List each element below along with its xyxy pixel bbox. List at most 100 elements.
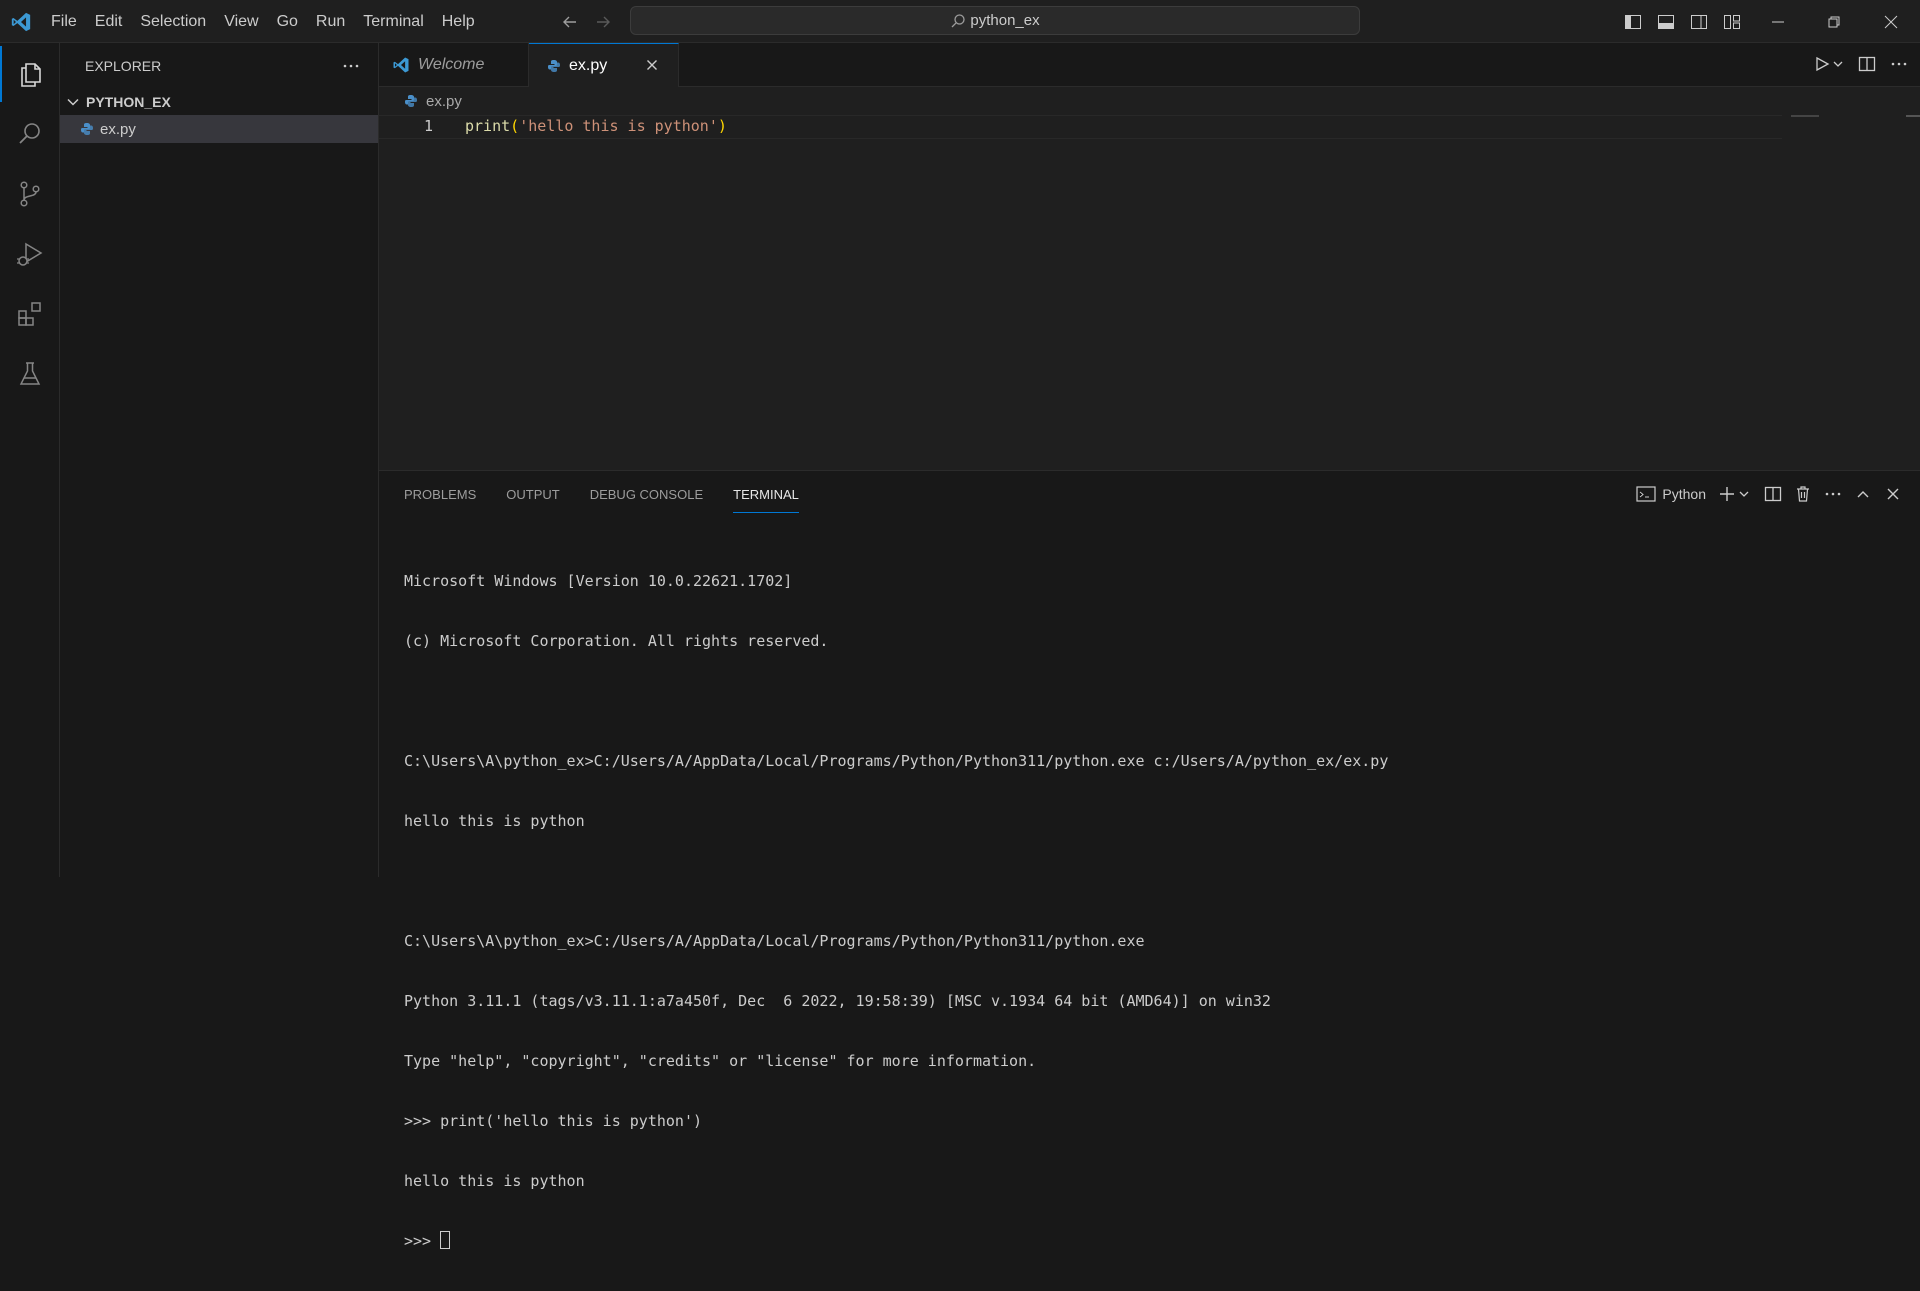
- close-tab-icon[interactable]: [644, 57, 660, 73]
- python-icon: [405, 95, 417, 107]
- explorer-title: EXPLORER: [85, 58, 162, 74]
- terminal-line: Type "help", "copyright", "credits" or "…: [404, 1052, 1037, 1070]
- token-paren-close: ): [717, 117, 727, 135]
- maximize-panel-icon[interactable]: [1854, 485, 1872, 503]
- folder-python-ex[interactable]: PYTHON_EX: [60, 89, 378, 115]
- code-text: print('hello this is python'): [465, 117, 727, 135]
- new-terminal-icon[interactable]: [1718, 485, 1752, 503]
- python-icon: [548, 59, 560, 72]
- menu-view[interactable]: View: [215, 13, 267, 31]
- menu-file[interactable]: File: [42, 13, 86, 31]
- tab-label: Welcome: [418, 56, 485, 73]
- terminal-prompt-line[interactable]: >>>: [404, 1231, 1388, 1251]
- code-line[interactable]: 1 print('hello this is python'): [379, 115, 1782, 139]
- code-editor[interactable]: 1 print('hello this is python'): [379, 115, 1920, 470]
- split-terminal-icon[interactable]: [1764, 485, 1782, 503]
- terminal-line: Python 3.11.1 (tags/v3.11.1:a7a450f, Dec…: [404, 992, 1271, 1010]
- terminal-selector[interactable]: Python: [1636, 485, 1706, 503]
- terminal-line: C:\Users\A\python_ex>C:/Users/A/AppData/…: [404, 932, 1145, 950]
- line-number: 1: [424, 117, 434, 135]
- activity-extensions[interactable]: [0, 286, 60, 342]
- activity-testing[interactable]: [0, 346, 60, 402]
- terminal-line: ​: [404, 691, 1388, 711]
- command-center-search[interactable]: python_ex: [630, 6, 1360, 35]
- editor-tabs: Welcome ex.py: [379, 43, 1920, 87]
- toggle-panel-icon[interactable]: [1656, 12, 1676, 32]
- minimap[interactable]: [1791, 115, 1819, 117]
- chevron-down-icon: [67, 98, 79, 106]
- command-center-text: python_ex: [970, 12, 1040, 29]
- more-actions-icon[interactable]: [1824, 485, 1842, 503]
- title-bar: File Edit Selection View Go Run Terminal…: [0, 0, 1920, 43]
- activity-run-debug[interactable]: [0, 226, 60, 282]
- close-panel-icon[interactable]: [1884, 485, 1902, 503]
- more-actions-icon[interactable]: [342, 57, 360, 75]
- split-editor-icon[interactable]: [1858, 55, 1876, 73]
- menu-bar: File Edit Selection View Go Run Terminal…: [42, 0, 484, 43]
- terminal-line: Microsoft Windows [Version 10.0.22621.17…: [404, 572, 793, 590]
- explorer-header: EXPLORER: [60, 43, 378, 89]
- tab-terminal[interactable]: TERMINAL: [733, 487, 799, 513]
- vscode-logo-icon: [393, 57, 409, 73]
- terminal-line: C:\Users\A\python_ex>C:/Users/A/AppData/…: [404, 752, 1389, 770]
- menu-run[interactable]: Run: [307, 13, 354, 31]
- customize-layout-icon[interactable]: [1722, 12, 1742, 32]
- more-actions-icon[interactable]: [1890, 55, 1908, 73]
- back-arrow-icon[interactable]: [560, 12, 580, 32]
- toggle-secondary-sidebar-icon[interactable]: [1689, 12, 1709, 32]
- run-python-file-icon[interactable]: [1814, 55, 1844, 73]
- breadcrumb[interactable]: ex.py: [379, 87, 1920, 115]
- token-string: 'hello this is python': [519, 117, 718, 135]
- run-debug-icon: [17, 242, 43, 266]
- activity-source-control[interactable]: [0, 166, 60, 222]
- vscode-logo-icon[interactable]: [10, 11, 32, 33]
- activity-explorer[interactable]: [0, 46, 60, 102]
- activity-search[interactable]: [0, 106, 60, 162]
- editor-actions: [1814, 55, 1908, 73]
- extensions-icon: [18, 302, 41, 326]
- minimize-icon[interactable]: [1766, 10, 1790, 34]
- terminal-line: ​: [404, 871, 1388, 891]
- terminal-line: (c) Microsoft Corporation. All rights re…: [404, 632, 829, 650]
- search-icon: [951, 13, 966, 27]
- folder-name: PYTHON_EX: [86, 94, 171, 110]
- menu-go[interactable]: Go: [268, 13, 307, 31]
- terminal-name: Python: [1662, 486, 1706, 502]
- tab-problems[interactable]: PROBLEMS: [404, 487, 476, 513]
- tab-welcome[interactable]: Welcome: [379, 43, 529, 87]
- token-paren-open: (: [510, 117, 520, 135]
- file-ex-py[interactable]: ex.py: [60, 115, 378, 143]
- terminal-line: hello this is python: [404, 812, 585, 830]
- restore-icon[interactable]: [1822, 10, 1846, 34]
- activity-bar: [0, 43, 60, 877]
- bottom-panel: PROBLEMS OUTPUT DEBUG CONSOLE TERMINAL P…: [379, 470, 1920, 1250]
- tab-ex-py[interactable]: ex.py: [529, 43, 679, 87]
- trash-icon[interactable]: [1794, 485, 1812, 503]
- menu-terminal[interactable]: Terminal: [354, 13, 432, 31]
- panel-actions: Python: [1636, 485, 1902, 503]
- search-icon: [19, 123, 40, 144]
- editor-scrollbar[interactable]: [1906, 115, 1920, 117]
- menu-edit[interactable]: Edit: [86, 13, 132, 31]
- close-window-icon[interactable]: [1879, 10, 1903, 34]
- toggle-primary-sidebar-icon[interactable]: [1623, 12, 1643, 32]
- token-function: print: [465, 117, 511, 135]
- tab-output[interactable]: OUTPUT: [506, 487, 559, 513]
- tab-label: ex.py: [569, 56, 608, 74]
- menu-help[interactable]: Help: [433, 13, 484, 31]
- terminal-output[interactable]: Microsoft Windows [Version 10.0.22621.17…: [404, 531, 1388, 1291]
- terminal-line: hello this is python: [404, 1172, 585, 1190]
- explorer-sidebar: EXPLORER PYTHON_EX ex.py: [60, 43, 379, 877]
- menu-selection[interactable]: Selection: [131, 13, 215, 31]
- source-control-icon: [20, 181, 40, 207]
- forward-arrow-icon[interactable]: [593, 12, 613, 32]
- beaker-icon: [19, 362, 41, 385]
- terminal-cursor: [440, 1231, 451, 1249]
- terminal-cmd-icon: [1636, 486, 1657, 502]
- terminal-line: >>> print('hello this is python'): [404, 1112, 703, 1130]
- file-name: ex.py: [100, 120, 136, 138]
- breadcrumb-file: ex.py: [426, 92, 462, 110]
- python-icon: [81, 123, 93, 135]
- tab-debug-console[interactable]: DEBUG CONSOLE: [590, 487, 703, 513]
- files-icon: [21, 63, 41, 87]
